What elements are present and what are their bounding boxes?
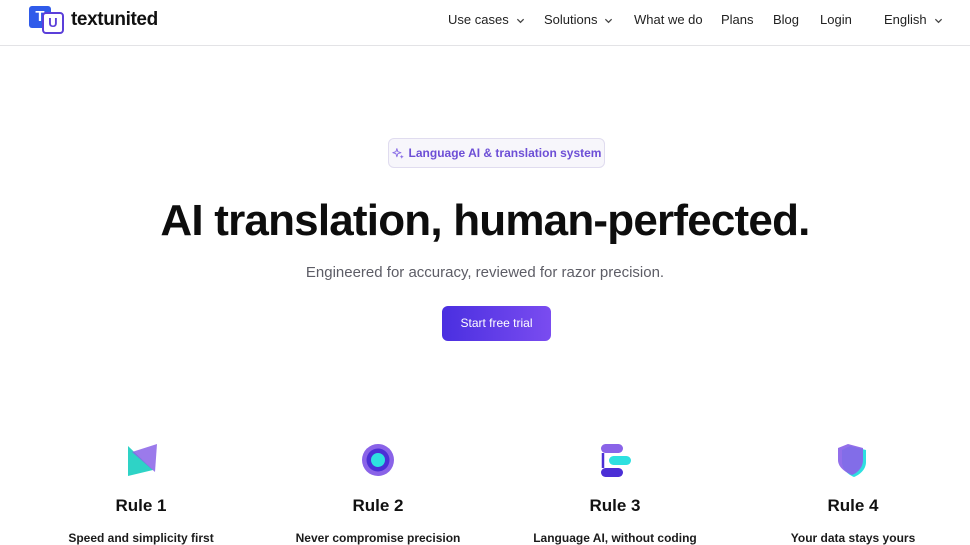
rule-title: Rule 2 — [352, 496, 404, 515]
rule-title: Rule 3 — [589, 496, 641, 515]
speed-shape-icon — [128, 444, 157, 476]
rule-card-3: Rule 3 Language AI, without coding — [495, 440, 735, 545]
chevron-down-icon — [605, 18, 613, 23]
nav-item-label: Login — [820, 12, 852, 27]
nav-item-label: Blog — [773, 12, 800, 27]
logo-mark-icon: T U — [29, 6, 65, 34]
rule-card-4: Rule 4 Your data stays yours — [733, 440, 970, 545]
sparkles-icon — [391, 147, 404, 159]
nav-item-blog[interactable]: Blog — [773, 12, 799, 28]
nav-item-solutions[interactable]: Solutions — [544, 12, 613, 28]
hero-badge-label: Language AI & translation system — [408, 146, 602, 160]
nav-item-label: Use cases — [448, 12, 509, 27]
brand-name: textunited — [71, 9, 158, 30]
precision-ring-icon — [362, 444, 394, 476]
language-selector[interactable]: English — [884, 12, 943, 28]
rule-title: Rule 1 — [115, 496, 167, 515]
site-header: T U textunited Use cases Solutions What … — [0, 0, 970, 46]
hero-title: AI translation, human-perfected. — [160, 196, 810, 245]
nav-item-login[interactable]: Login — [820, 12, 852, 28]
hero-badge: Language AI & translation system — [388, 138, 605, 168]
nav-item-label: What we do — [634, 12, 703, 27]
rule-description: Language AI, without coding — [533, 531, 697, 545]
nav-item-label: Plans — [721, 12, 754, 27]
chevron-down-icon — [516, 18, 524, 23]
chevron-down-icon — [934, 18, 942, 23]
rule-description: Never compromise precision — [295, 531, 461, 545]
nav-item-plans[interactable]: Plans — [721, 12, 754, 28]
start-free-trial-button[interactable]: Start free trial — [442, 306, 551, 341]
rule-description: Your data stays yours — [790, 531, 916, 545]
nav-item-use-cases[interactable]: Use cases — [448, 12, 525, 28]
rule-card-2: Rule 2 Never compromise precision — [258, 440, 498, 545]
nav-item-what-we-do[interactable]: What we do — [634, 12, 703, 28]
nav-item-label: Solutions — [544, 12, 598, 27]
rule-description: Speed and simplicity first — [68, 531, 214, 545]
shield-icon — [838, 444, 866, 477]
hero-subtitle: Engineered for accuracy, reviewed for ra… — [305, 264, 665, 281]
brand-logo[interactable]: T U textunited — [29, 6, 158, 34]
language-label: English — [884, 12, 927, 27]
rule-title: Rule 4 — [827, 496, 879, 515]
logo-letter-u: U — [42, 12, 64, 34]
flow-icon — [601, 444, 631, 477]
rule-card-1: Rule 1 Speed and simplicity first — [21, 440, 261, 545]
